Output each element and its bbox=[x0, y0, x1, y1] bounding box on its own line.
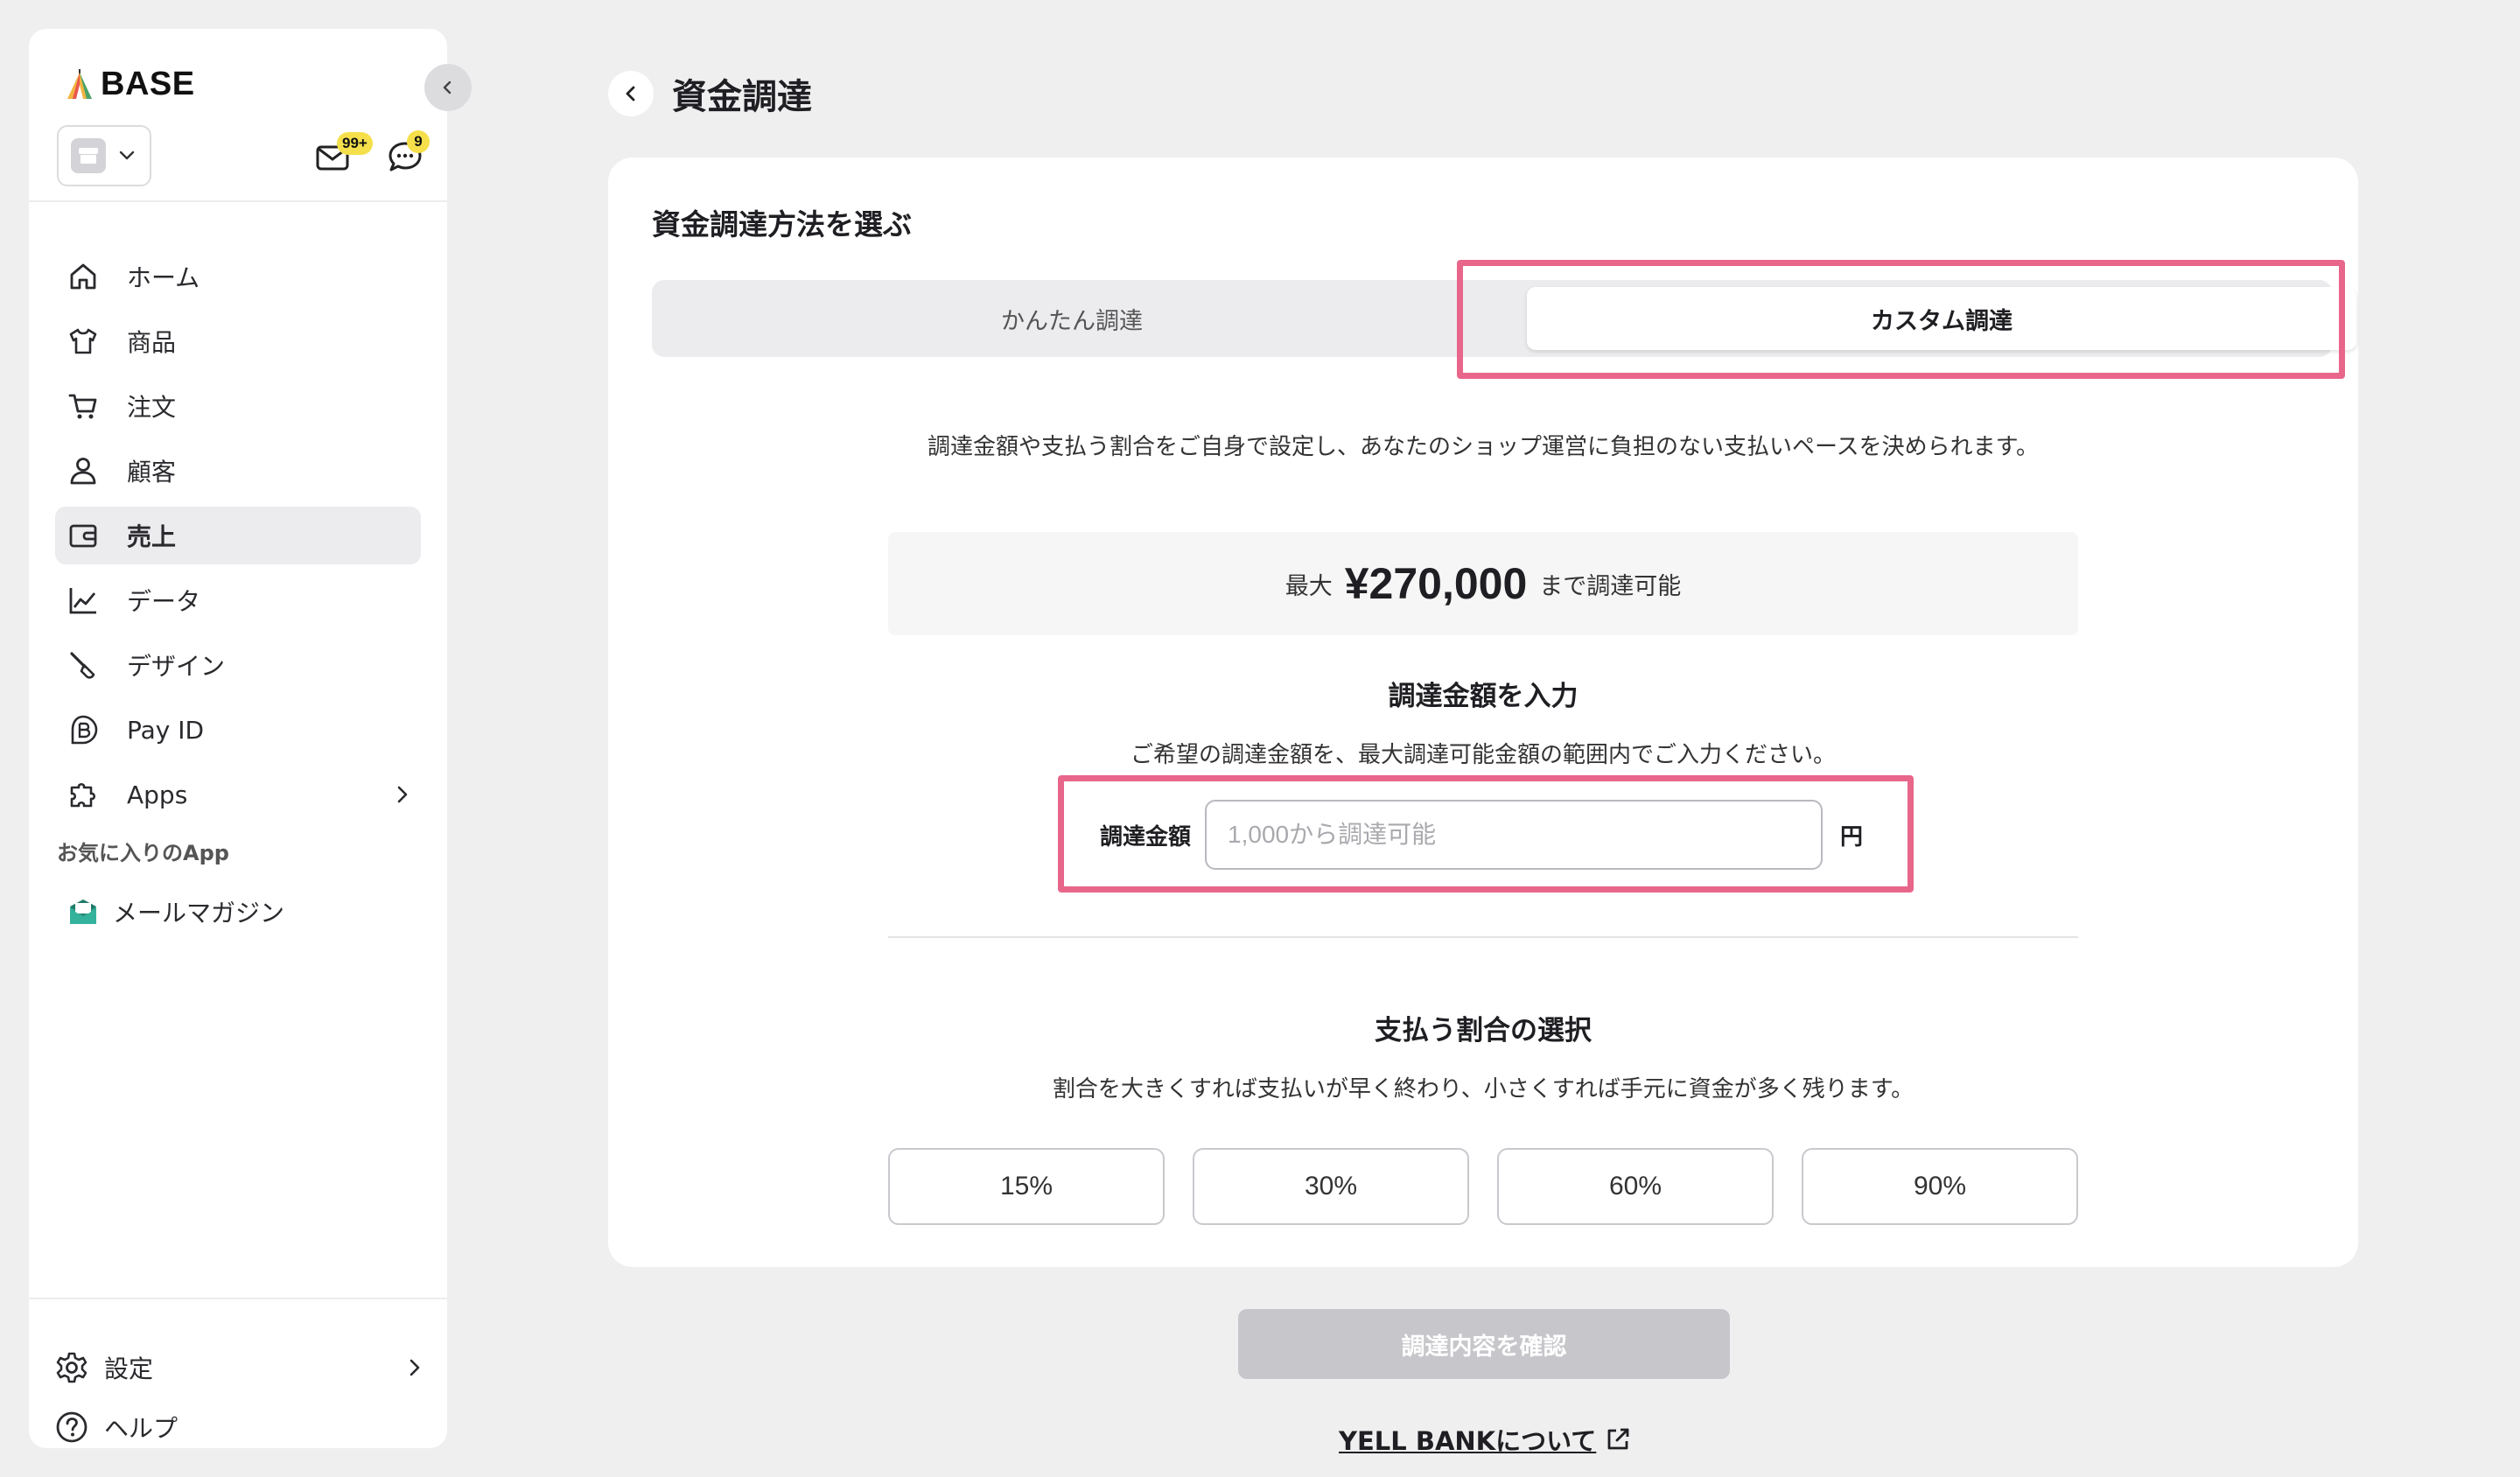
sidebar-item-settings[interactable]: 設定 bbox=[55, 1341, 440, 1394]
sidebar: BASE 99+ 9 ホーム 商品 注文 顧客 売上 データ デザイン Pay … bbox=[29, 29, 472, 1448]
base-logo[interactable]: BASE bbox=[64, 66, 195, 103]
amount-hint: ご希望の調達金額を、最大調達可能金額の範囲内でご入力ください。 bbox=[1130, 742, 1836, 768]
custom-funding-description: 調達金額や支払う割合をご自身で設定し、あなたのショップ運営に負担のない支払いペー… bbox=[927, 434, 2040, 460]
sidebar-item-label: 注文 bbox=[127, 393, 177, 422]
sidebar-item-label: メールマガジン bbox=[113, 899, 285, 928]
sidebar-item-sales[interactable]: 売上 bbox=[55, 507, 421, 564]
help-circle-icon bbox=[56, 1411, 88, 1443]
amount-input-row: 調達金額 円 bbox=[1100, 798, 1863, 872]
base-tent-logo-icon bbox=[67, 68, 92, 99]
chevron-left-icon bbox=[443, 80, 452, 94]
sidebar-item-label: 顧客 bbox=[127, 458, 177, 486]
cart-icon bbox=[68, 394, 97, 419]
collapse-sidebar-button[interactable] bbox=[424, 64, 472, 111]
sidebar-item-label: データ bbox=[127, 587, 201, 616]
rate-option-60[interactable]: 60% bbox=[1497, 1148, 1774, 1225]
chevron-left-icon bbox=[626, 86, 635, 102]
sidebar-item-label: ヘルプ bbox=[104, 1414, 178, 1443]
chat-badge: 9 bbox=[407, 130, 430, 153]
sidebar-item-orders[interactable]: 注文 bbox=[55, 377, 421, 435]
gear-icon bbox=[56, 1352, 88, 1383]
sidebar-divider bbox=[29, 200, 447, 202]
home-icon bbox=[70, 263, 96, 290]
chart-line-icon bbox=[69, 588, 96, 614]
rate-hint: 割合を大きくすれば支払いが早く終わり、小さくすれば手元に資金が多く残ります。 bbox=[1052, 1076, 1914, 1102]
logo-text: BASE bbox=[101, 66, 195, 102]
sidebar-item-apps[interactable]: Apps bbox=[55, 766, 421, 823]
shirt-icon bbox=[69, 328, 97, 354]
chevron-down-icon bbox=[119, 150, 135, 160]
payid-icon bbox=[71, 715, 98, 745]
favorites-title: お気に入りのApp bbox=[57, 841, 229, 865]
sidebar-item-label: Pay ID bbox=[127, 715, 205, 745]
sidebar-item-label: 売上 bbox=[127, 522, 177, 551]
page-title: 資金調達 bbox=[672, 77, 812, 117]
card-title: 資金調達方法を選ぶ bbox=[652, 207, 912, 242]
sidebar-item-customers[interactable]: 顧客 bbox=[55, 442, 421, 500]
confirm-funding-button[interactable]: 調達内容を確認 bbox=[1238, 1309, 1730, 1379]
max-amount-box: 最大 ¥270,000 まで調達可能 bbox=[888, 532, 2078, 635]
max-amount: ¥270,000 bbox=[1344, 559, 1528, 608]
funding-card: 資金調達方法を選ぶ かんたん調達 カスタム調達 調達金額や支払う割合をご自身で設… bbox=[608, 158, 2358, 1267]
rate-option-15[interactable]: 15% bbox=[888, 1148, 1165, 1225]
external-link-icon bbox=[1607, 1428, 1629, 1450]
amount-section-title: 調達金額を入力 bbox=[1388, 681, 1578, 712]
sidebar-item-home[interactable]: ホーム bbox=[55, 248, 421, 305]
amount-label: 調達金額 bbox=[1100, 823, 1192, 850]
sidebar-item-mail-magazine[interactable]: メールマガジン bbox=[55, 883, 421, 941]
sidebar-item-design[interactable]: デザイン bbox=[55, 636, 421, 694]
sidebar-bottom-divider bbox=[29, 1298, 447, 1299]
rate-option-90[interactable]: 90% bbox=[1802, 1148, 2078, 1225]
sidebar-item-products[interactable]: 商品 bbox=[55, 312, 421, 370]
sidebar-item-label: Apps bbox=[127, 780, 188, 809]
sidebar-item-payid[interactable]: Pay ID bbox=[55, 701, 421, 759]
person-icon bbox=[70, 458, 96, 485]
amount-input[interactable] bbox=[1205, 800, 1824, 870]
shop-icon bbox=[71, 138, 106, 173]
rate-section-title: 支払う割合の選択 bbox=[1375, 1015, 1592, 1046]
section-divider bbox=[888, 936, 2078, 938]
rate-option-30[interactable]: 30% bbox=[1193, 1148, 1469, 1225]
sidebar-item-label: 商品 bbox=[127, 328, 177, 357]
sidebar-item-help[interactable]: ヘルプ bbox=[55, 1401, 440, 1453]
puzzle-icon bbox=[70, 782, 96, 808]
amount-unit: 円 bbox=[1840, 823, 1864, 850]
chevron-right-icon bbox=[397, 786, 408, 803]
funding-method-tabs: かんたん調達 カスタム調達 bbox=[652, 280, 2356, 357]
yell-bank-link-text: YELL BANKについて bbox=[1339, 1426, 1597, 1456]
yell-bank-link[interactable]: YELL BANKについて bbox=[1339, 1421, 1631, 1458]
brush-icon bbox=[70, 652, 95, 679]
tab-easy-funding[interactable]: かんたん調達 bbox=[652, 280, 1492, 357]
sidebar-item-label: ホーム bbox=[127, 263, 200, 292]
back-button[interactable] bbox=[608, 71, 654, 116]
max-prefix: 最大 bbox=[1284, 572, 1333, 600]
sidebar-item-label: 設定 bbox=[104, 1354, 154, 1383]
tab-custom-funding[interactable]: カスタム調達 bbox=[1527, 287, 2356, 350]
shop-selector[interactable] bbox=[57, 125, 151, 186]
mail-magazine-icon bbox=[70, 900, 96, 924]
mail-badge: 99+ bbox=[337, 132, 373, 155]
sidebar-nav: ホーム 商品 注文 顧客 売上 データ デザイン Pay ID Apps bbox=[55, 248, 421, 830]
chevron-right-icon bbox=[410, 1359, 420, 1376]
wallet-icon bbox=[69, 524, 97, 548]
sidebar-item-label: デザイン bbox=[127, 652, 226, 681]
max-suffix: まで調達可能 bbox=[1539, 572, 1682, 600]
sidebar-item-data[interactable]: データ bbox=[55, 571, 421, 629]
